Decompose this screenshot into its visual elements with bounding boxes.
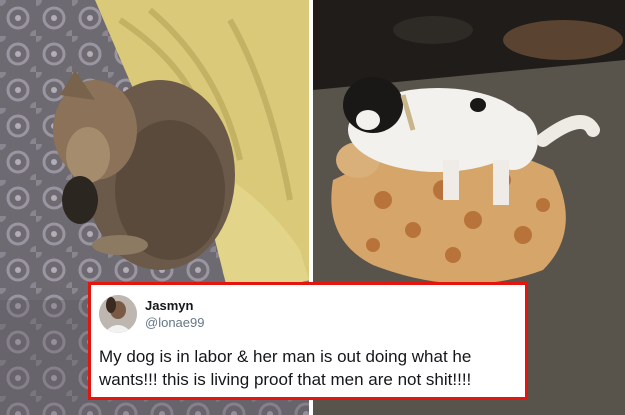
tweet-card: Jasmyn @lonae99 My dog is in labor & her… — [88, 282, 528, 400]
display-name[interactable]: Jasmyn — [145, 298, 193, 313]
avatar[interactable] — [99, 295, 137, 333]
tweet-text: My dog is in labor & her man is out doin… — [99, 347, 472, 389]
meme-image: Jasmyn @lonae99 My dog is in labor & her… — [0, 0, 625, 415]
user-handle[interactable]: @lonae99 — [145, 315, 204, 330]
